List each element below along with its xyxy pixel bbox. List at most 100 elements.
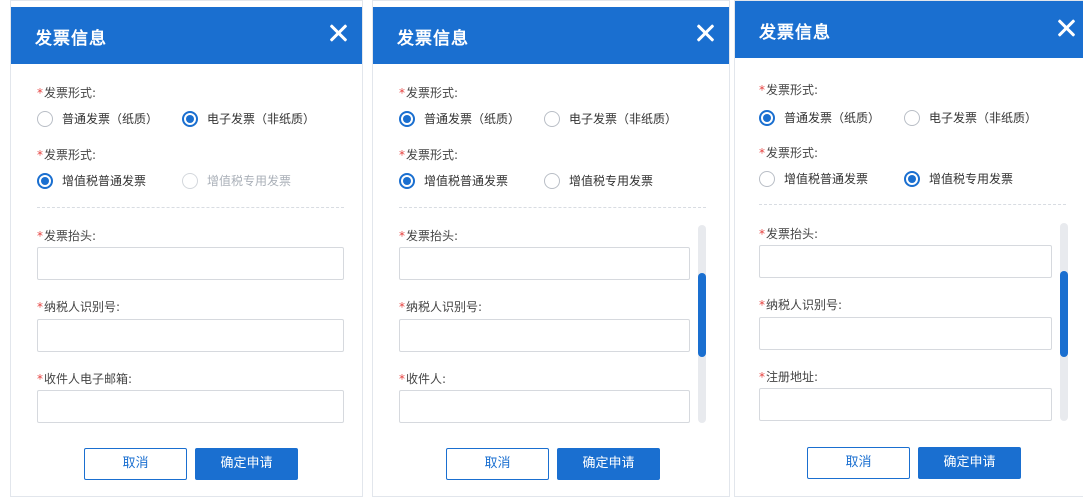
radio-vat-normal[interactable]: 增值税普通发票 (759, 170, 868, 187)
tax-id-input[interactable] (37, 319, 344, 352)
address-input[interactable] (759, 388, 1052, 421)
radio-electronic-invoice[interactable]: 电子发票（非纸质） (904, 109, 1037, 126)
scrollbar-track[interactable] (1060, 223, 1068, 421)
label-text: 发票抬头: (406, 229, 459, 243)
dialog-title: 发票信息 (35, 29, 107, 49)
radio-label: 普通发票（纸质） (424, 112, 521, 126)
required-mark: * (399, 86, 405, 100)
scrollbar-track[interactable] (698, 225, 706, 423)
dialog-header: 发票信息 (11, 7, 362, 64)
recipient-input[interactable] (399, 390, 690, 423)
invoice-form-label: *发票形式: (759, 81, 818, 98)
radio-icon (37, 172, 53, 189)
radio-icon (759, 170, 775, 187)
required-mark: * (37, 300, 43, 314)
radio-label: 电子发票（非纸质） (569, 112, 678, 126)
radio-label: 增值税专用发票 (569, 174, 654, 188)
radio-label: 普通发票（纸质） (784, 111, 881, 125)
radio-vat-normal[interactable]: 增值税普通发票 (399, 172, 508, 189)
scrollbar-thumb[interactable] (698, 273, 706, 357)
invoice-title-input[interactable] (759, 245, 1052, 278)
tax-id-input[interactable] (399, 319, 690, 352)
cancel-button[interactable]: 取消 (807, 447, 910, 479)
dialog-title: 发票信息 (397, 29, 469, 49)
radio-vat-special[interactable]: 增值税专用发票 (544, 172, 653, 189)
required-mark: * (759, 146, 765, 160)
radio-electronic-invoice[interactable]: 电子发票（非纸质） (544, 110, 677, 127)
label-text: 发票形式: (44, 148, 97, 162)
label-text: 收件人电子邮箱: (44, 372, 133, 386)
radio-icon (904, 170, 920, 187)
radio-electronic-invoice[interactable]: 电子发票（非纸质） (182, 110, 315, 127)
invoice-type-label: *发票形式: (759, 144, 818, 161)
field-label-tax-id: *纳税人识别号: (37, 298, 120, 315)
invoice-title-input[interactable] (37, 247, 344, 280)
label-text: 发票形式: (406, 148, 459, 162)
radio-icon (544, 172, 560, 189)
close-icon[interactable] (1056, 18, 1076, 38)
dialog-title: 发票信息 (759, 23, 831, 43)
required-mark: * (759, 83, 765, 97)
field-label-address: *注册地址: (759, 368, 818, 385)
tax-id-input[interactable] (759, 317, 1052, 350)
divider (37, 207, 344, 208)
divider (399, 207, 706, 208)
confirm-button[interactable]: 确定申请 (918, 447, 1021, 479)
radio-label: 普通发票（纸质） (62, 112, 159, 126)
required-mark: * (37, 86, 43, 100)
field-label-email: *收件人电子邮箱: (37, 370, 132, 387)
radio-label: 增值税普通发票 (62, 174, 147, 188)
field-label-recipient: *收件人: (399, 370, 446, 387)
required-mark: * (399, 300, 405, 314)
required-mark: * (37, 229, 43, 243)
required-mark: * (399, 229, 405, 243)
radio-vat-special[interactable]: 增值税专用发票 (904, 170, 1013, 187)
required-mark: * (759, 298, 765, 312)
scrollbar-thumb[interactable] (1060, 271, 1068, 357)
cancel-button[interactable]: 取消 (446, 448, 549, 480)
required-mark: * (759, 227, 765, 241)
label-text: 纳税人识别号: (44, 300, 121, 314)
radio-paper-invoice[interactable]: 普通发票（纸质） (759, 109, 880, 126)
radio-paper-invoice[interactable]: 普通发票（纸质） (37, 110, 158, 127)
radio-icon (544, 110, 560, 127)
required-mark: * (37, 148, 43, 162)
required-mark: * (399, 148, 405, 162)
radio-label: 增值税普通发票 (424, 174, 509, 188)
invoice-type-label: *发票形式: (399, 146, 458, 163)
radio-vat-special[interactable]: 增值税专用发票 (182, 172, 291, 189)
required-mark: * (759, 370, 765, 384)
radio-label: 增值税专用发票 (207, 174, 292, 188)
invoice-form-label: *发票形式: (37, 84, 96, 101)
label-text: 发票抬头: (766, 227, 819, 241)
label-text: 发票形式: (766, 146, 819, 160)
divider (759, 204, 1066, 205)
cancel-button[interactable]: 取消 (84, 448, 187, 480)
radio-label: 电子发票（非纸质） (929, 111, 1038, 125)
field-label-tax-id: *纳税人识别号: (399, 298, 482, 315)
field-label-invoice-title: *发票抬头: (37, 227, 96, 244)
label-text: 收件人: (406, 372, 447, 386)
required-mark: * (37, 372, 43, 386)
label-text: 发票形式: (44, 86, 97, 100)
confirm-button[interactable]: 确定申请 (557, 448, 660, 480)
label-text: 注册地址: (766, 370, 819, 384)
label-text: 发票抬头: (44, 229, 97, 243)
radio-label: 增值税普通发票 (784, 172, 869, 186)
radio-paper-invoice[interactable]: 普通发票（纸质） (399, 110, 520, 127)
invoice-form-label: *发票形式: (399, 84, 458, 101)
invoice-title-input[interactable] (399, 247, 690, 280)
invoice-dialog-2: 发票信息 *发票形式: 普通发票（纸质） 电子发票（非纸质） *发票形式: 增值… (372, 0, 730, 497)
invoice-dialog-3: 发票信息 *发票形式: 普通发票（纸质） 电子发票（非纸质） *发票形式: 增值… (734, 0, 1083, 497)
email-input[interactable] (37, 390, 344, 423)
invoice-type-label: *发票形式: (37, 146, 96, 163)
close-icon[interactable] (695, 23, 715, 43)
invoice-dialog-1: 发票信息 *发票形式: 普通发票（纸质） 电子发票（非纸质） *发票形式: 增值… (10, 0, 363, 497)
label-text: 发票形式: (766, 83, 819, 97)
radio-vat-normal[interactable]: 增值税普通发票 (37, 172, 146, 189)
confirm-button[interactable]: 确定申请 (195, 448, 298, 480)
label-text: 发票形式: (406, 86, 459, 100)
radio-icon (37, 110, 53, 127)
close-icon[interactable] (328, 23, 348, 43)
radio-icon (759, 109, 775, 126)
